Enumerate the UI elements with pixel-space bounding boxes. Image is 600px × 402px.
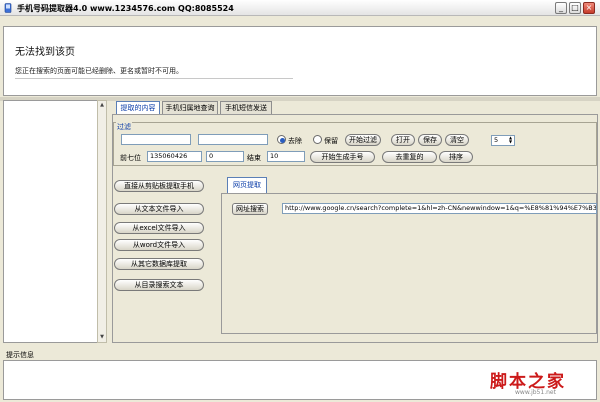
tab-web-extract[interactable]: 网页提取 bbox=[227, 177, 267, 193]
filter-input-2[interactable] bbox=[198, 134, 268, 145]
status-label: 提示信息 bbox=[6, 351, 34, 359]
import-word-button[interactable]: 从word文件导入 bbox=[114, 239, 204, 251]
end-label: 结束 bbox=[247, 154, 261, 162]
error-title: 无法找到该页 bbox=[15, 47, 75, 58]
clipboard-extract-button[interactable]: 直接从剪贴板提取手机 bbox=[114, 180, 204, 192]
divider bbox=[15, 78, 293, 79]
import-text-button[interactable]: 从文本文件导入 bbox=[114, 203, 204, 215]
tab-extracted-content[interactable]: 提取的内容 bbox=[116, 101, 160, 115]
directory-search-button[interactable]: 从目录搜索文本 bbox=[114, 279, 204, 291]
start-filter-button[interactable]: 开始过滤 bbox=[345, 134, 381, 146]
tab-sms-send[interactable]: 手机短信发送 bbox=[220, 101, 272, 114]
radio-remove-label: 去除 bbox=[288, 137, 302, 145]
scroll-up-icon[interactable]: ▲ bbox=[98, 101, 106, 109]
save-button[interactable]: 保存 bbox=[418, 134, 442, 146]
minimize-button[interactable]: _ bbox=[555, 2, 567, 14]
left-pane bbox=[3, 100, 103, 343]
radio-selected-dot bbox=[280, 138, 285, 143]
radio-keep[interactable] bbox=[313, 135, 322, 144]
database-extract-button[interactable]: 从其它数据库提取 bbox=[114, 258, 204, 270]
filter-group-label: 过滤 bbox=[116, 122, 132, 132]
url-input[interactable]: http://www.google.cn/search?complete=1&h… bbox=[282, 203, 597, 214]
error-message: 您正在搜索的页面可能已经删除、更名或暂时不可用。 bbox=[15, 67, 183, 75]
web-browser-view[interactable] bbox=[3, 26, 597, 96]
scroll-down-icon[interactable]: ▼ bbox=[98, 333, 106, 341]
radio-remove[interactable] bbox=[277, 135, 286, 144]
start-input[interactable]: 0 bbox=[206, 151, 244, 162]
app-icon bbox=[4, 3, 12, 13]
close-button[interactable]: × bbox=[583, 2, 595, 14]
filter-input-1[interactable] bbox=[121, 134, 191, 145]
sort-button[interactable]: 排序 bbox=[439, 151, 473, 163]
import-excel-button[interactable]: 从excel文件导入 bbox=[114, 222, 204, 234]
prefix-label: 前七位 bbox=[120, 154, 141, 162]
maximize-button[interactable]: □ bbox=[569, 2, 581, 14]
spinner-arrows-icon[interactable]: ▲ ▼ bbox=[507, 136, 514, 145]
open-button[interactable]: 打开 bbox=[391, 134, 415, 146]
watermark-url: www.jb51.net bbox=[515, 389, 556, 396]
generate-numbers-button[interactable]: 开始生成手号 bbox=[310, 151, 375, 163]
dedupe-button[interactable]: 去重复的 bbox=[382, 151, 437, 163]
left-scrollbar[interactable] bbox=[97, 100, 107, 343]
window-title: 手机号码提取器4.0 www.1234576.com QQ:8085524 bbox=[17, 4, 234, 13]
tab-location-lookup[interactable]: 手机归属地查询 bbox=[162, 101, 218, 114]
prefix-input[interactable]: 135060426 bbox=[147, 151, 202, 162]
url-search-button[interactable]: 网址搜索 bbox=[232, 203, 268, 215]
radio-keep-label: 保留 bbox=[324, 137, 338, 145]
web-extract-panel bbox=[221, 193, 597, 334]
clear-button[interactable]: 清空 bbox=[445, 134, 469, 146]
end-input[interactable]: 10 bbox=[267, 151, 305, 162]
